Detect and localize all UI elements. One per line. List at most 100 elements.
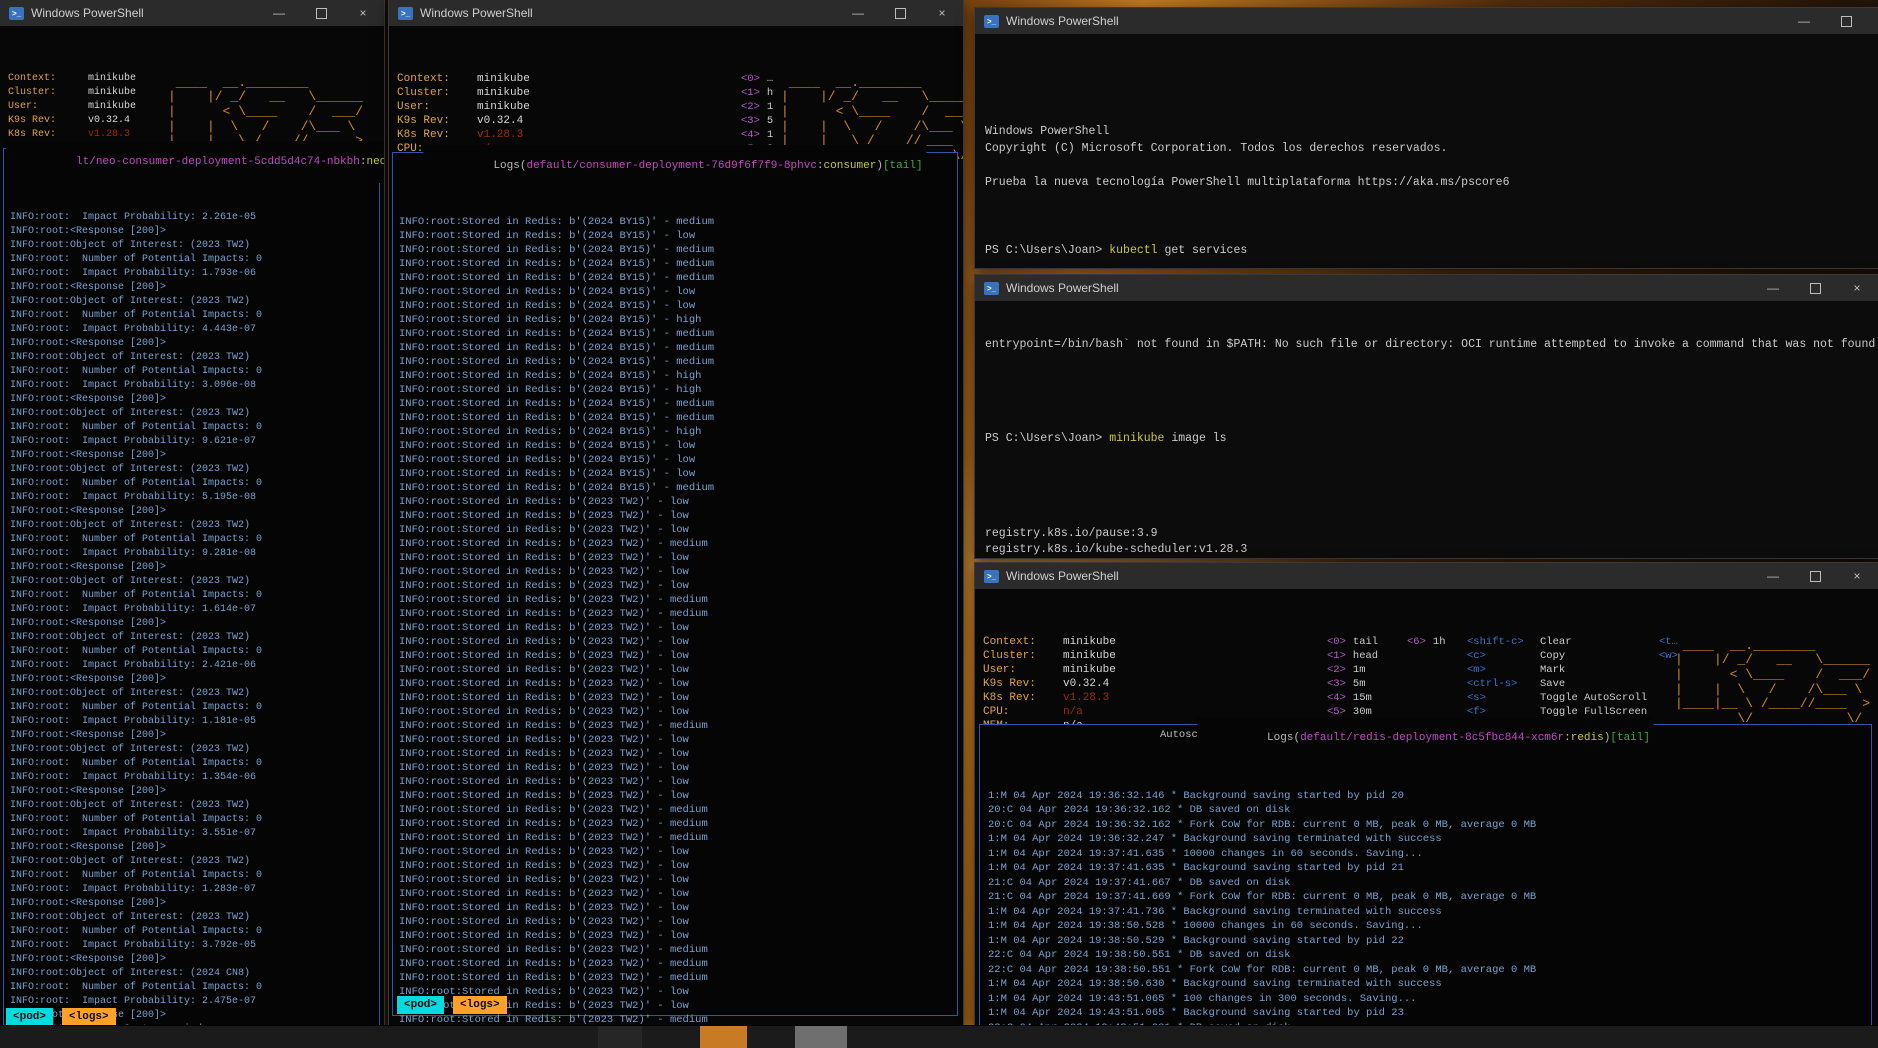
minimize-icon[interactable]: —	[1752, 563, 1794, 589]
log-line: INFO:root:Object of Interest: (2023 TW2)	[10, 407, 379, 421]
terminal-line: Prueba la nueva tecnología PowerShell mu…	[985, 174, 1878, 191]
log-line: INFO:root:Stored in Redis: b'(2024 BY15)…	[399, 299, 957, 313]
log-line: INFO:root:Stored in Redis: b'(2023 TW2)'…	[399, 733, 957, 747]
log-line: INFO:root:Stored in Redis: b'(2023 TW2)'…	[399, 901, 957, 915]
maximize-icon[interactable]	[1825, 8, 1867, 34]
log-line: INFO:root:Stored in Redis: b'(2023 TW2)'…	[399, 845, 957, 859]
log-line: INFO:root: Impact Probability: 1.354e-06	[10, 771, 379, 785]
k9s-shortcuts-actions: <shift-c>Clear<c>Copy<m>Mark<ctrl-s>Save…	[1467, 593, 1647, 719]
log-line: 1:M 04 Apr 2024 19:36:32.146 * Backgroun…	[988, 789, 1871, 804]
log-line: INFO:root: Impact Probability: 2.421e-06	[10, 659, 379, 673]
log-line: INFO:root:<Response [200]>	[10, 561, 379, 575]
log-line: INFO:root:Stored in Redis: b'(2023 TW2)'…	[399, 971, 957, 985]
crumb-button[interactable]: <logs>	[453, 996, 507, 1014]
log-line: INFO:root:Stored in Redis: b'(2024 BY15)…	[399, 453, 957, 467]
log-lines[interactable]: 1:M 04 Apr 2024 19:36:32.146 * Backgroun…	[980, 743, 1871, 1026]
window-title: Windows PowerShell	[420, 6, 837, 20]
log-line: INFO:root:<Response [200]>	[10, 785, 379, 799]
log-line: INFO:root:Stored in Redis: b'(2024 BY15)…	[399, 467, 957, 481]
log-line: INFO:root: Number of Potential Impacts: …	[10, 533, 379, 547]
log-line: INFO:root:Object of Interest: (2023 TW2)	[10, 631, 379, 645]
log-panel-title: Logs(default/redis-deployment-8c5fbc844-…	[1197, 717, 1654, 759]
crumb-button[interactable]: <pod>	[397, 996, 444, 1014]
log-line: INFO:root: Impact Probability: 2.261e-05	[10, 211, 379, 225]
maximize-icon[interactable]	[879, 0, 921, 26]
log-line: INFO:root:<Response [200]>	[10, 337, 379, 351]
powershell-icon: >_	[398, 7, 413, 20]
log-line: INFO:root:Stored in Redis: b'(2024 BY15)…	[399, 383, 957, 397]
terminal-output[interactable]: Windows PowerShellCopyright (C) Microsof…	[975, 34, 1878, 268]
log-line: INFO:root: Number of Potential Impacts: …	[10, 701, 379, 715]
log-line: INFO:root: Impact Probability: 5.195e-08	[10, 491, 379, 505]
powershell-icon: >_	[984, 15, 999, 28]
log-line: INFO:root: Impact Probability: 9.281e-08	[10, 547, 379, 561]
log-line: INFO:root:Stored in Redis: b'(2023 TW2)'…	[399, 607, 957, 621]
log-line: INFO:root: Impact Probability: 3.551e-07	[10, 827, 379, 841]
titlebar[interactable]: >_ Windows PowerShell — ×	[975, 563, 1878, 589]
maximize-icon[interactable]	[1794, 275, 1836, 301]
log-line: INFO:root:Object of Interest: (2023 TW2)	[10, 575, 379, 589]
log-line: INFO:root:<Response [200]>	[10, 449, 379, 463]
log-line: INFO:root:Stored in Redis: b'(2023 TW2)'…	[399, 817, 957, 831]
log-line: INFO:root:<Response [200]>	[10, 729, 379, 743]
log-line: INFO:root:Stored in Redis: b'(2023 TW2)'…	[399, 943, 957, 957]
log-line: INFO:root: Number of Potential Impacts: …	[10, 589, 379, 603]
maximize-icon[interactable]	[300, 0, 342, 26]
powershell-icon: >_	[984, 570, 999, 583]
log-line: INFO:root: Number of Potential Impacts: …	[10, 925, 379, 939]
log-panel-title: Logs(default/consumer-deployment-76d9f6f…	[423, 145, 926, 187]
powershell-icon: >_	[9, 7, 24, 20]
maximize-icon[interactable]	[1794, 563, 1836, 589]
titlebar[interactable]: >_ Windows PowerShell — ×	[389, 0, 963, 26]
log-line: INFO:root:Stored in Redis: b'(2023 TW2)'…	[399, 761, 957, 775]
close-icon[interactable]: ×	[921, 0, 963, 26]
k9s-logo: ____ __.________ | |/ _/ __ \______ | < …	[1675, 595, 1878, 726]
k9s-shortcuts-extra: <6>1h	[1407, 593, 1457, 649]
command-line: PS C:\Users\Joan> minikube image ls	[985, 431, 1878, 447]
image-list: registry.k8s.io/pause:3.9registry.k8s.io…	[985, 479, 1878, 558]
terminal-line: Copyright (C) Microsoft Corporation. Tod…	[985, 140, 1878, 157]
log-line: INFO:root: Number of Potential Impacts: …	[10, 477, 379, 491]
log-line: INFO:root:Stored in Redis: b'(2024 BY15)…	[399, 313, 957, 327]
log-line: INFO:root: Number of Potential Impacts: …	[10, 981, 379, 995]
titlebar[interactable]: >_ Windows PowerShell — ×	[975, 275, 1878, 301]
log-line: INFO:root:Stored in Redis: b'(2023 TW2)'…	[399, 957, 957, 971]
taskbar-app-segment[interactable]	[598, 1026, 642, 1048]
taskbar-app-segment-hover[interactable]	[795, 1026, 847, 1048]
k9s-crumbs: <pod> <logs>	[6, 1008, 116, 1026]
log-line: INFO:root:Stored in Redis: b'(2024 BY15)…	[399, 341, 957, 355]
log-line: INFO:root:Stored in Redis: b'(2023 TW2)'…	[399, 929, 957, 943]
terminal-output[interactable]: entrypoint=/bin/bash` not found in $PATH…	[975, 301, 1878, 558]
log-line: INFO:root:Stored in Redis: b'(2023 TW2)'…	[399, 509, 957, 523]
taskbar[interactable]	[0, 1026, 1878, 1048]
log-line: INFO:root: Impact Probability: 2.475e-07	[10, 995, 379, 1009]
log-line: INFO:root:Stored in Redis: b'(2024 BY15)…	[399, 243, 957, 257]
log-lines[interactable]: INFO:root:Stored in Redis: b'(2024 BY15)…	[393, 171, 957, 1026]
minimize-icon[interactable]: —	[1783, 8, 1825, 34]
close-icon[interactable]: ×	[1836, 275, 1878, 301]
log-line: INFO:root:Stored in Redis: b'(2024 BY15)…	[399, 271, 957, 285]
titlebar[interactable]: >_ Windows PowerShell — ×	[0, 0, 384, 26]
close-icon[interactable]: ×	[1867, 8, 1878, 34]
close-icon[interactable]: ×	[1836, 563, 1878, 589]
minimize-icon[interactable]: —	[1752, 275, 1794, 301]
minimize-icon[interactable]: —	[258, 0, 300, 26]
taskbar-app-segment-active[interactable]	[700, 1026, 747, 1048]
log-line: INFO:root:Stored in Redis: b'(2024 BY15)…	[399, 327, 957, 341]
log-line: INFO:root:Stored in Redis: b'(2023 TW2)'…	[399, 789, 957, 803]
titlebar[interactable]: >_ Windows PowerShell — ×	[975, 8, 1878, 34]
log-line: INFO:root:Object of Interest: (2023 TW2)	[10, 799, 379, 813]
minimize-icon[interactable]: —	[837, 0, 879, 26]
crumb-button[interactable]: <logs>	[62, 1008, 116, 1026]
close-icon[interactable]: ×	[342, 0, 384, 26]
log-lines[interactable]: INFO:root: Impact Probability: 2.261e-05…	[4, 167, 379, 1026]
log-line: INFO:root:Stored in Redis: b'(2023 TW2)'…	[399, 523, 957, 537]
terminal-line	[985, 191, 1878, 208]
log-line: 1:M 04 Apr 2024 19:38:50.630 * Backgroun…	[988, 977, 1871, 992]
log-line: INFO:root:Object of Interest: (2023 TW2)	[10, 687, 379, 701]
crumb-button[interactable]: <pod>	[6, 1008, 53, 1026]
log-line: INFO:root:Stored in Redis: b'(2023 TW2)'…	[399, 691, 957, 705]
log-line: INFO:root:Stored in Redis: b'(2023 TW2)'…	[399, 635, 957, 649]
log-line: INFO:root:Object of Interest: (2023 TW2)	[10, 519, 379, 533]
log-line: INFO:root:Stored in Redis: b'(2024 BY15)…	[399, 439, 957, 453]
